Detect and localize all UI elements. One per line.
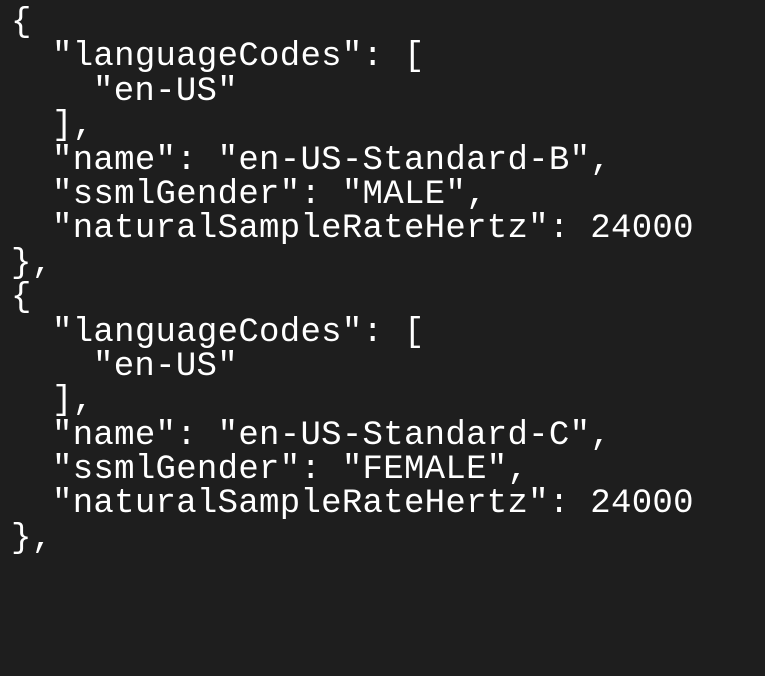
code-line: "ssmlGender": "MALE", [52, 175, 487, 214]
code-line: "languageCodes": [ [52, 313, 425, 352]
code-line: }, [11, 244, 53, 283]
code-line: { [11, 4, 32, 42]
code-line: { [11, 279, 32, 318]
code-line: ], [52, 107, 94, 146]
code-line: "ssmlGender": "FEMALE", [52, 451, 529, 490]
code-line: "name": "en-US-Standard-C", [52, 416, 611, 455]
code-line: "naturalSampleRateHertz": 24000 [52, 210, 694, 249]
code-line: }, [11, 519, 53, 558]
code-line: "en-US" [93, 347, 238, 386]
code-line: "name": "en-US-Standard-B", [52, 141, 611, 180]
code-line: "naturalSampleRateHertz": 24000 [52, 485, 694, 524]
code-line: "en-US" [93, 72, 238, 111]
json-code-block: { "languageCodes": [ "en-US" ], "name": … [0, 0, 765, 676]
code-line: "languageCodes": [ [52, 38, 425, 77]
code-line: ], [52, 382, 94, 421]
